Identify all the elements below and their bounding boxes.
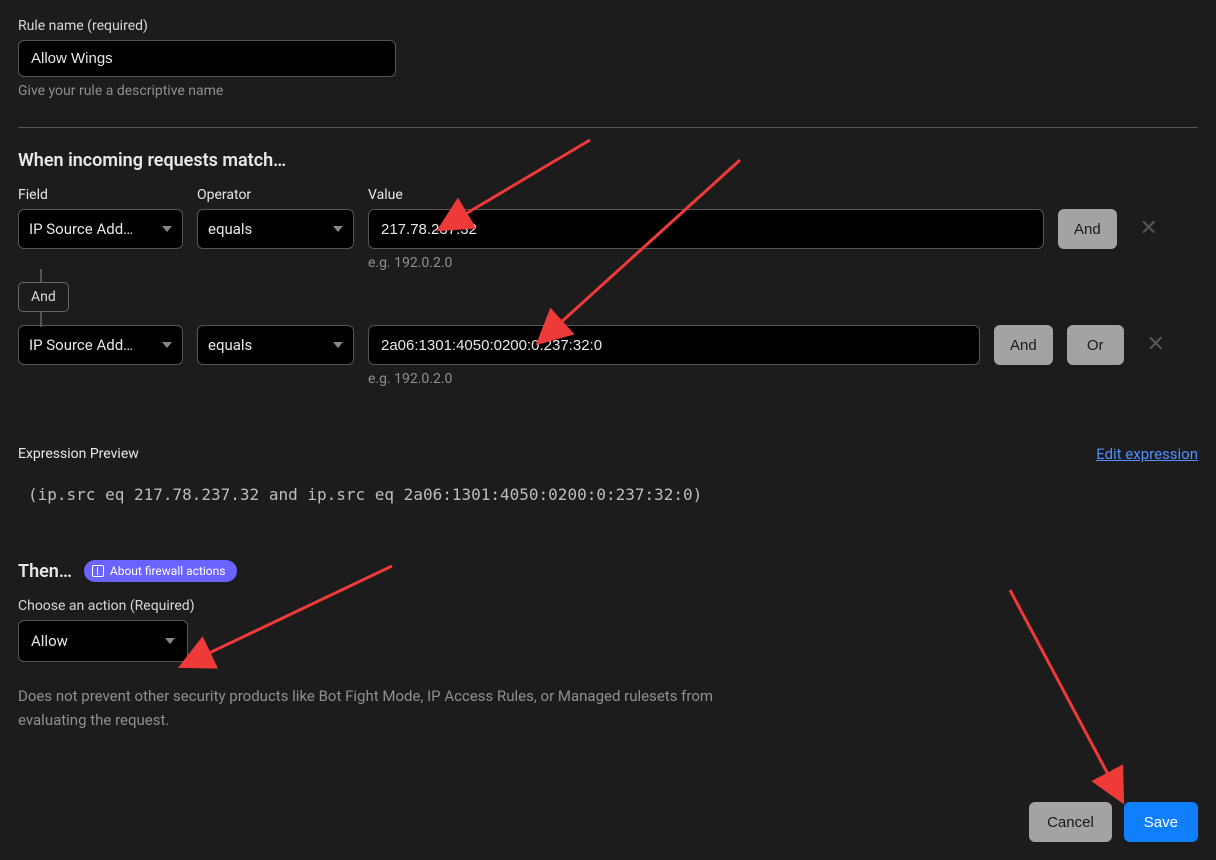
chevron-down-icon [333, 226, 343, 232]
about-firewall-actions-badge[interactable]: About firewall actions [84, 560, 238, 582]
preview-header: Expression Preview Edit expression [18, 445, 1198, 463]
condition-row: IP Source Add… equals e.g. 192.0.2.0 And… [18, 325, 1198, 387]
divider [18, 127, 1198, 128]
chevron-down-icon [162, 342, 172, 348]
field-select[interactable]: IP Source Add… [18, 325, 183, 365]
edit-expression-link[interactable]: Edit expression [1096, 445, 1198, 463]
connector: And [40, 271, 1198, 325]
rule-name-input[interactable] [18, 40, 396, 77]
value-hint: e.g. 192.0.2.0 [368, 255, 1044, 271]
expression-code: (ip.src eq 217.78.237.32 and ip.src eq 2… [18, 485, 1198, 504]
header-field: Field [18, 187, 183, 203]
action-select-value: Allow [31, 632, 68, 650]
match-title: When incoming requests match… [18, 150, 1198, 171]
or-button[interactable]: Or [1067, 325, 1124, 365]
arrow-annotation [1010, 590, 1110, 778]
condition-row: IP Source Add… equals e.g. 192.0.2.0 And… [18, 209, 1198, 271]
close-icon[interactable]: ✕ [1137, 209, 1161, 249]
and-button[interactable]: And [1058, 209, 1117, 249]
expression-preview-label: Expression Preview [18, 446, 139, 462]
connector-label[interactable]: And [18, 282, 69, 312]
field-select-value: IP Source Add… [29, 220, 133, 238]
footer-buttons: Cancel Save [1029, 802, 1198, 842]
value-input[interactable] [368, 325, 980, 365]
operator-select[interactable]: equals [197, 325, 354, 365]
chevron-down-icon [165, 638, 175, 644]
action-help: Does not prevent other security products… [18, 684, 778, 732]
badge-text: About firewall actions [110, 564, 226, 578]
rule-name-section: Rule name (required) Give your rule a de… [18, 18, 1198, 99]
then-header: Then… About firewall actions [18, 560, 1198, 582]
chevron-down-icon [333, 342, 343, 348]
book-icon [92, 565, 104, 577]
value-hint: e.g. 192.0.2.0 [368, 371, 980, 387]
rule-name-help: Give your rule a descriptive name [18, 83, 1198, 99]
value-input[interactable] [368, 209, 1044, 249]
operator-select-value: equals [208, 336, 252, 354]
header-value: Value [368, 187, 1198, 203]
chevron-down-icon [162, 226, 172, 232]
field-select[interactable]: IP Source Add… [18, 209, 183, 249]
header-operator: Operator [197, 187, 354, 203]
rule-name-label: Rule name (required) [18, 18, 1198, 34]
operator-select[interactable]: equals [197, 209, 354, 249]
then-title: Then… [18, 561, 72, 582]
column-headers: Field Operator Value [18, 187, 1198, 203]
close-icon[interactable]: ✕ [1144, 325, 1168, 365]
and-button[interactable]: And [994, 325, 1053, 365]
save-button[interactable]: Save [1124, 802, 1198, 842]
operator-select-value: equals [208, 220, 252, 238]
field-select-value: IP Source Add… [29, 336, 133, 354]
choose-action-label: Choose an action (Required) [18, 598, 1198, 614]
cancel-button[interactable]: Cancel [1029, 802, 1112, 842]
action-select[interactable]: Allow [18, 620, 188, 662]
